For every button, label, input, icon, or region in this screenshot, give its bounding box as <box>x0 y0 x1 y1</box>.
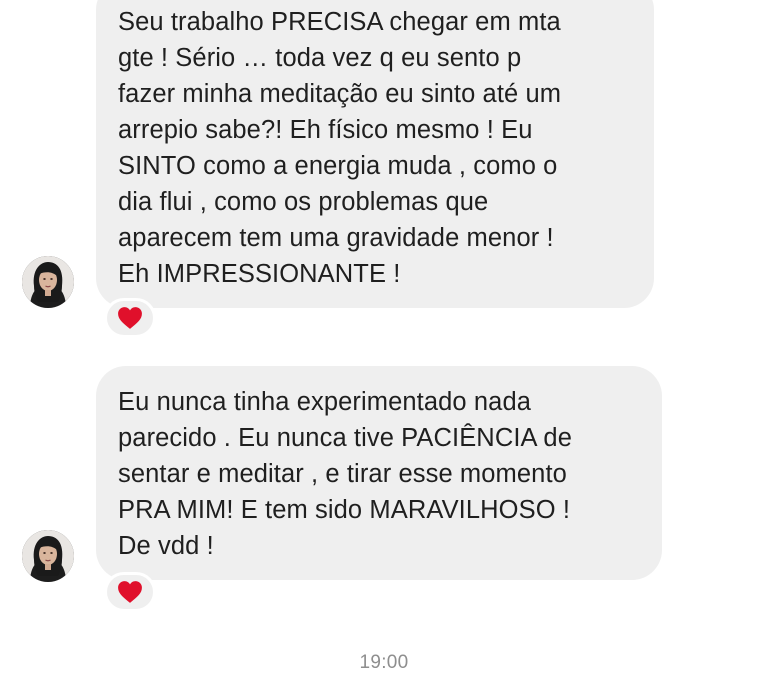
message-row: Seu trabalho PRECISA chegar em mta gte !… <box>0 0 768 338</box>
avatar[interactable] <box>22 256 74 308</box>
avatar-photo-icon <box>22 256 74 308</box>
message-thread: Seu trabalho PRECISA chegar em mta gte !… <box>0 0 768 686</box>
heart-icon <box>118 581 142 603</box>
message-row: Eu nunca tinha experimentado nada pareci… <box>0 366 768 616</box>
message-bubble[interactable]: Seu trabalho PRECISA chegar em mta gte !… <box>96 0 654 308</box>
message-timestamp: 19:00 <box>359 652 409 673</box>
message-bubble[interactable]: Eu nunca tinha experimentado nada pareci… <box>96 366 662 580</box>
heart-icon <box>118 307 142 329</box>
heart-reaction[interactable] <box>104 298 156 338</box>
heart-reaction[interactable] <box>104 572 156 612</box>
avatar-photo-icon <box>22 530 74 582</box>
avatar[interactable] <box>22 530 74 582</box>
